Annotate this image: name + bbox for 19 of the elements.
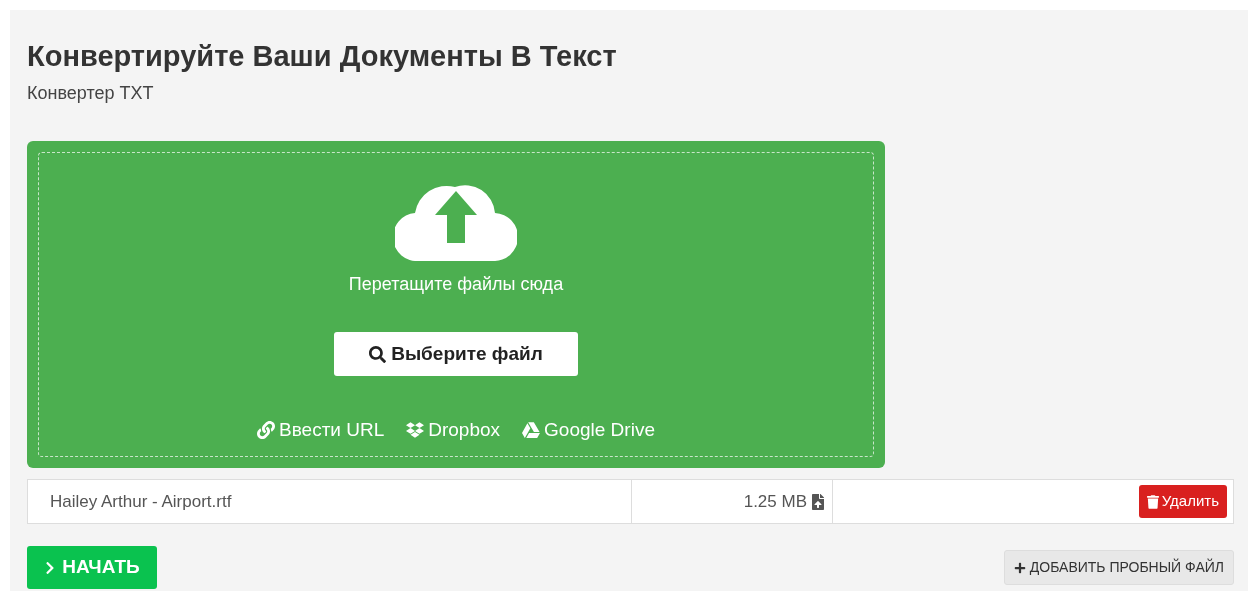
plus-icon — [1013, 561, 1026, 574]
link-icon — [257, 421, 275, 440]
upload-icon — [810, 493, 826, 510]
delete-button[interactable]: Удалить — [1138, 485, 1227, 518]
drop-prompt: Перетащите файлы сюда — [348, 273, 564, 296]
source-link[interactable]: Dropbox — [406, 416, 501, 445]
drive-icon — [522, 421, 541, 440]
source-link[interactable]: Google Drive — [522, 416, 655, 445]
trash-icon — [1146, 494, 1159, 509]
choose-file-button[interactable]: Выберите файл — [334, 332, 578, 376]
add-sample-button[interactable]: ДОБАВИТЬ ПРОБНЫЙ ФАЙЛ — [1003, 550, 1234, 585]
dropbox-icon — [406, 421, 425, 440]
search-icon — [369, 345, 387, 363]
source-link[interactable]: Ввести URL — [257, 416, 385, 445]
page-subtitle: Конвертер TXT — [27, 82, 155, 105]
page-title: Конвертируйте Ваши Документы В Текст — [27, 39, 618, 74]
file-name: Hailey Arthur - Airport.rtf — [28, 480, 632, 523]
drop-zone[interactable]: Перетащите файлы сюда Выберите файл Ввести URL Dropbox Google Drive — [27, 141, 885, 468]
file-size: 1.25 MB — [743, 490, 807, 513]
